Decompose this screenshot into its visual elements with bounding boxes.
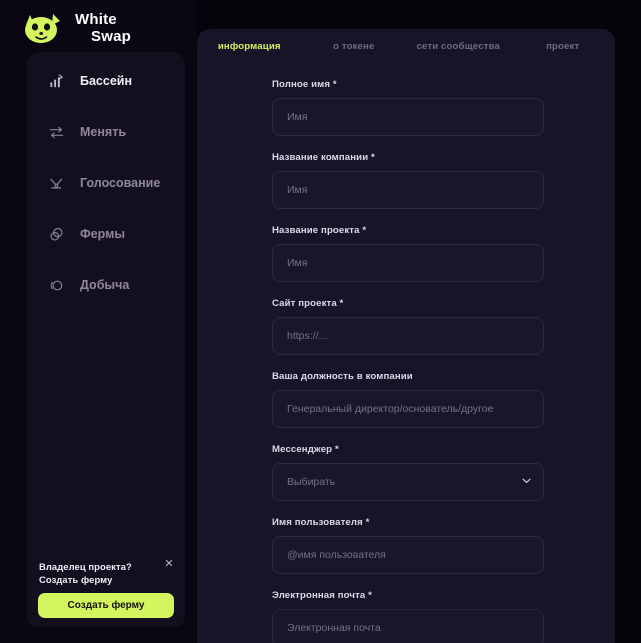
sidebar: White Swap Бассейн Менять Голосование Фе… [0, 0, 197, 643]
sidebar-item-swap[interactable]: Менять [27, 116, 185, 148]
brand-logo[interactable]: White Swap [22, 11, 131, 46]
project-website-input[interactable] [272, 317, 544, 355]
swap-arrows-icon [49, 126, 64, 138]
project-name-input[interactable] [272, 244, 544, 282]
field-label: Сайт проекта * [272, 298, 344, 309]
messenger-select[interactable]: Выбирать [272, 463, 544, 501]
field-label: Электронная почта * [272, 590, 372, 601]
bar-chart-icon [50, 73, 64, 87]
sidebar-item-label: Менять [80, 125, 127, 139]
tab-about-token[interactable]: о токене [302, 40, 407, 54]
field-label: Ваша должность в компании [272, 371, 413, 382]
field-label: Название проекта * [272, 225, 367, 236]
field-label: Название компании * [272, 152, 375, 163]
main-panel: информация о токене сети сообщества прое… [197, 29, 615, 643]
field-project-website: Сайт проекта * [272, 298, 544, 355]
promo-card: Владелец проекта? Создать ферму ✕ Создат… [27, 549, 185, 627]
field-username: Имя пользователя * [272, 517, 544, 574]
sidebar-item-label: Голосование [80, 176, 161, 190]
sidebar-item-label: Бассейн [80, 74, 133, 88]
sidebar-nav: Бассейн Менять Голосование Фермы Добыча [27, 52, 185, 301]
position-input[interactable] [272, 390, 544, 428]
sidebar-item-vote[interactable]: Голосование [27, 167, 185, 199]
farms-circles-icon [50, 227, 63, 241]
field-full-name: Полное имя * [272, 79, 544, 136]
field-company-name: Название компании * [272, 152, 544, 209]
sidebar-item-mining[interactable]: Добыча [27, 269, 185, 301]
field-label: Мессенджер * [272, 444, 339, 455]
sidebar-item-label: Добыча [80, 278, 130, 292]
tab-bar: информация о токене сети сообщества прое… [197, 29, 615, 73]
brand-line-1: White [75, 11, 117, 29]
sidebar-item-pool[interactable]: Бассейн [27, 65, 185, 97]
brand-line-2: Swap [91, 28, 131, 45]
field-label: Полное имя * [272, 79, 337, 90]
app-root: White Swap Бассейн Менять Голосование Фе… [0, 0, 641, 643]
field-label: Имя пользователя * [272, 517, 370, 528]
create-farm-button[interactable]: Создать ферму [38, 593, 174, 618]
field-email: Электронная почта * [272, 590, 544, 643]
whiteswap-mascot-logo-icon [25, 14, 60, 43]
mining-icon [50, 280, 63, 290]
email-input[interactable] [272, 609, 544, 643]
field-position: Ваша должность в компании [272, 371, 544, 428]
close-icon[interactable]: ✕ [163, 558, 175, 570]
promo-title: Владелец проекта? Создать ферму [39, 561, 132, 586]
tab-information[interactable]: информация [197, 40, 302, 54]
company-name-input[interactable] [272, 171, 544, 209]
messenger-select-wrapper: Выбирать [272, 463, 544, 501]
sidebar-item-farms[interactable]: Фермы [27, 218, 185, 250]
field-messenger: Мессенджер * Выбирать [272, 444, 544, 501]
registration-form: Полное имя * Название компании * Названи… [197, 73, 615, 643]
username-input[interactable] [272, 536, 544, 574]
brand-name: White Swap [75, 11, 131, 46]
sidebar-card: Бассейн Менять Голосование Фермы Добыча [27, 52, 185, 567]
full-name-input[interactable] [272, 98, 544, 136]
sidebar-item-label: Фермы [80, 227, 126, 241]
field-project-name: Название проекта * [272, 225, 544, 282]
tab-project[interactable]: проект [511, 40, 616, 54]
tab-community-networks[interactable]: сети сообщества [406, 40, 511, 54]
vote-icon [50, 178, 63, 189]
